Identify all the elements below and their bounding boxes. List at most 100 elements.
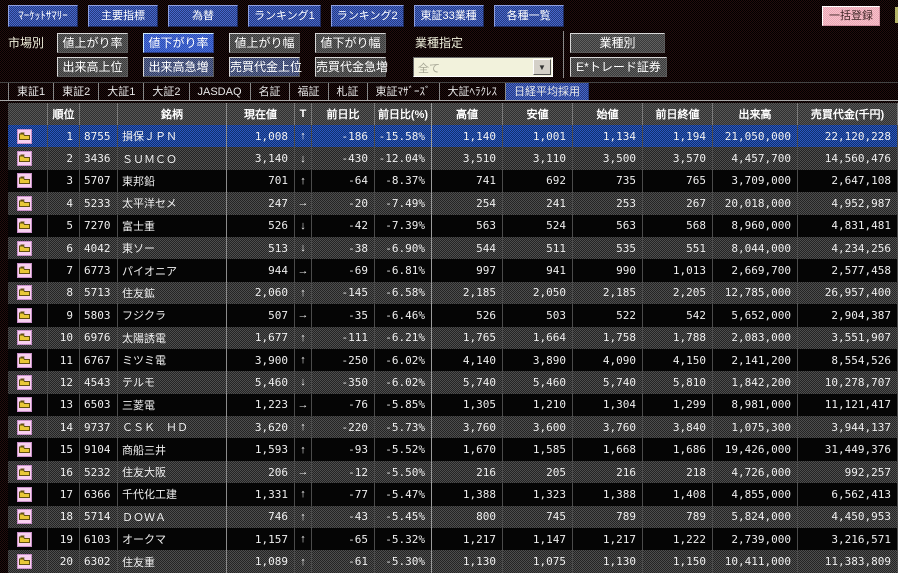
- prev-close-cell: 1,150: [643, 550, 713, 572]
- chart-icon[interactable]: [17, 263, 32, 278]
- table-row[interactable]: 185714ＤＯＷＡ746↑-43-5.45%8007457897895,824…: [8, 506, 898, 528]
- market-filter-button[interactable]: 値下がり率: [143, 33, 214, 53]
- table-row[interactable]: 196103オークマ1,157↑-65-5.32%1,2171,1471,217…: [8, 528, 898, 550]
- code-cell: 8755: [80, 125, 118, 147]
- chart-icon[interactable]: [17, 173, 32, 188]
- chart-icon[interactable]: [17, 129, 32, 144]
- table-row[interactable]: 124543テルモ5,460↓-350-6.02%5,7405,4605,740…: [8, 371, 898, 393]
- chart-icon[interactable]: [17, 308, 32, 323]
- exchange-tab[interactable]: JASDAQ: [190, 83, 251, 100]
- volume-filter-button[interactable]: 売買代金上位: [229, 57, 300, 77]
- chart-icon[interactable]: [17, 151, 32, 166]
- prev-close-cell: 568: [643, 215, 713, 237]
- column-header: 銘柄: [118, 103, 227, 125]
- high-cell: 563: [432, 215, 503, 237]
- toolbar-button-2[interactable]: 主要指標: [88, 5, 158, 27]
- table-row[interactable]: 159104商船三井1,593↑-93-5.52%1,6701,5851,668…: [8, 438, 898, 460]
- table-row[interactable]: 165232住友大阪206→-12-5.50%2162052162184,726…: [8, 461, 898, 483]
- table-row[interactable]: 206302住友重1,089↑-61-5.30%1,1301,0751,1301…: [8, 550, 898, 572]
- toolbar-button-7[interactable]: 各種一覧: [494, 5, 564, 27]
- volume-filter-button[interactable]: 出来高上位: [57, 57, 128, 77]
- table-row[interactable]: 35707東邦鉛701↑-64-8.37%7416927357653,709,0…: [8, 170, 898, 192]
- exchange-tab[interactable]: 福証: [290, 83, 329, 100]
- rank-cell: 4: [48, 192, 80, 214]
- chart-icon[interactable]: [17, 509, 32, 524]
- column-header: 現在値: [227, 103, 295, 125]
- exchange-tab[interactable]: 東証ﾏｻﾞｰｽﾞ: [368, 83, 440, 100]
- toolbar-button-4[interactable]: ランキング1: [248, 5, 321, 27]
- table-row[interactable]: 57270富士重526↓-42-7.39%5635245635688,960,0…: [8, 215, 898, 237]
- chart-icon[interactable]: [17, 420, 32, 435]
- chart-icon[interactable]: [17, 285, 32, 300]
- column-header: 前日比: [312, 103, 375, 125]
- exchange-tab[interactable]: 大証1: [99, 83, 144, 100]
- market-filter-button[interactable]: 値下がり幅: [315, 33, 386, 53]
- chart-icon[interactable]: [17, 465, 32, 480]
- volume-cell: 5,824,000: [713, 506, 798, 528]
- exchange-tab[interactable]: 東証1: [8, 83, 54, 100]
- bulk-register-button[interactable]: 一括登録: [822, 6, 880, 26]
- change-cell: -250: [312, 349, 375, 371]
- table-row[interactable]: 85713住友鉱2,060↑-145-6.58%2,1852,0502,1852…: [8, 282, 898, 304]
- trend-arrow-icon: ↑: [295, 125, 312, 147]
- table-row[interactable]: 45233太平洋セメ247→-20-7.49%25424125326720,01…: [8, 192, 898, 214]
- high-cell: 997: [432, 259, 503, 281]
- low-cell: 5,460: [503, 371, 573, 393]
- chart-icon[interactable]: [17, 554, 32, 569]
- trade-value-cell: 992,257: [798, 461, 898, 483]
- prev-close-cell: 218: [643, 461, 713, 483]
- chart-icon[interactable]: [17, 218, 32, 233]
- volume-filter-button[interactable]: 出来高急増: [143, 57, 214, 77]
- chart-icon[interactable]: [17, 353, 32, 368]
- chart-icon[interactable]: [17, 330, 32, 345]
- row-icon-cell: [8, 506, 48, 528]
- chart-icon[interactable]: [17, 375, 32, 390]
- toolbar-button-6[interactable]: 東証33業種: [414, 5, 484, 27]
- volume-filter-buttons: 出来高上位出来高急増売買代金上位売買代金急増: [57, 57, 386, 77]
- chart-icon[interactable]: [17, 241, 32, 256]
- trade-value-cell: 22,120,228: [798, 125, 898, 147]
- chart-icon[interactable]: [17, 442, 32, 457]
- industry-button[interactable]: 業種別: [570, 33, 665, 53]
- table-row[interactable]: 23436ＳＵＭＣＯ3,140↓-430-12.04%3,5103,1103,5…: [8, 147, 898, 169]
- dropdown-arrow-icon[interactable]: ▼: [533, 59, 551, 75]
- exchange-tab[interactable]: 名証: [251, 83, 290, 100]
- chart-icon[interactable]: [17, 487, 32, 502]
- table-row[interactable]: 106976太陽誘電1,677↑-111-6.21%1,7651,6641,75…: [8, 327, 898, 349]
- column-header: 前日比(%): [375, 103, 432, 125]
- change-pct-cell: -5.85%: [375, 394, 432, 416]
- toolbar-button-3[interactable]: 為替: [168, 5, 238, 27]
- table-row[interactable]: 64042東ソー513↓-38-6.90%5445115355518,044,0…: [8, 237, 898, 259]
- sector-dropdown[interactable]: 全て ▼: [413, 57, 553, 77]
- table-row[interactable]: 76773パイオニア944→-69-6.81%9979419901,0132,6…: [8, 259, 898, 281]
- chart-icon[interactable]: [17, 397, 32, 412]
- change-cell: -65: [312, 528, 375, 550]
- broker-button[interactable]: E*トレード証券: [570, 57, 667, 77]
- table-row[interactable]: 116767ミツミ電3,900↑-250-6.02%4,1403,8904,09…: [8, 349, 898, 371]
- table-row[interactable]: 18755損保ＪＰＮ1,008↑-186-15.58%1,1401,0011,1…: [8, 125, 898, 147]
- toolbar-button-1[interactable]: ﾏｰｹｯﾄｻﾏﾘｰ: [8, 5, 78, 27]
- trade-value-cell: 6,562,413: [798, 483, 898, 505]
- change-pct-cell: -6.90%: [375, 237, 432, 259]
- table-row[interactable]: 136503三菱電1,223→-76-5.85%1,3051,2101,3041…: [8, 394, 898, 416]
- chart-icon[interactable]: [17, 532, 32, 547]
- market-filter-button[interactable]: 値上がり率: [57, 33, 128, 53]
- exchange-tab[interactable]: 東証2: [54, 83, 99, 100]
- table-row[interactable]: 176366千代化工建1,331↑-77-5.47%1,3881,3231,38…: [8, 483, 898, 505]
- market-filter-button[interactable]: 値上がり幅: [229, 33, 300, 53]
- chart-icon[interactable]: [17, 196, 32, 211]
- high-cell: 1,140: [432, 125, 503, 147]
- low-cell: 1,323: [503, 483, 573, 505]
- toolbar-button-5[interactable]: ランキング2: [331, 5, 404, 27]
- prev-close-cell: 1,686: [643, 438, 713, 460]
- rank-cell: 6: [48, 237, 80, 259]
- exchange-tab[interactable]: 日経平均採用: [506, 83, 589, 100]
- row-icon-cell: [8, 528, 48, 550]
- exchange-tab[interactable]: 札証: [329, 83, 368, 100]
- volume-filter-button[interactable]: 売買代金急増: [315, 57, 386, 77]
- table-row[interactable]: 95803フジクラ507→-35-6.46%5265035225425,652,…: [8, 304, 898, 326]
- exchange-tab[interactable]: 大証ﾍﾗｸﾚｽ: [440, 83, 507, 100]
- exchange-tab[interactable]: 大証2: [144, 83, 189, 100]
- rank-cell: 12: [48, 371, 80, 393]
- table-row[interactable]: 149737ＣＳＫ ＨＤ3,620↑-220-5.73%3,7603,6003,…: [8, 416, 898, 438]
